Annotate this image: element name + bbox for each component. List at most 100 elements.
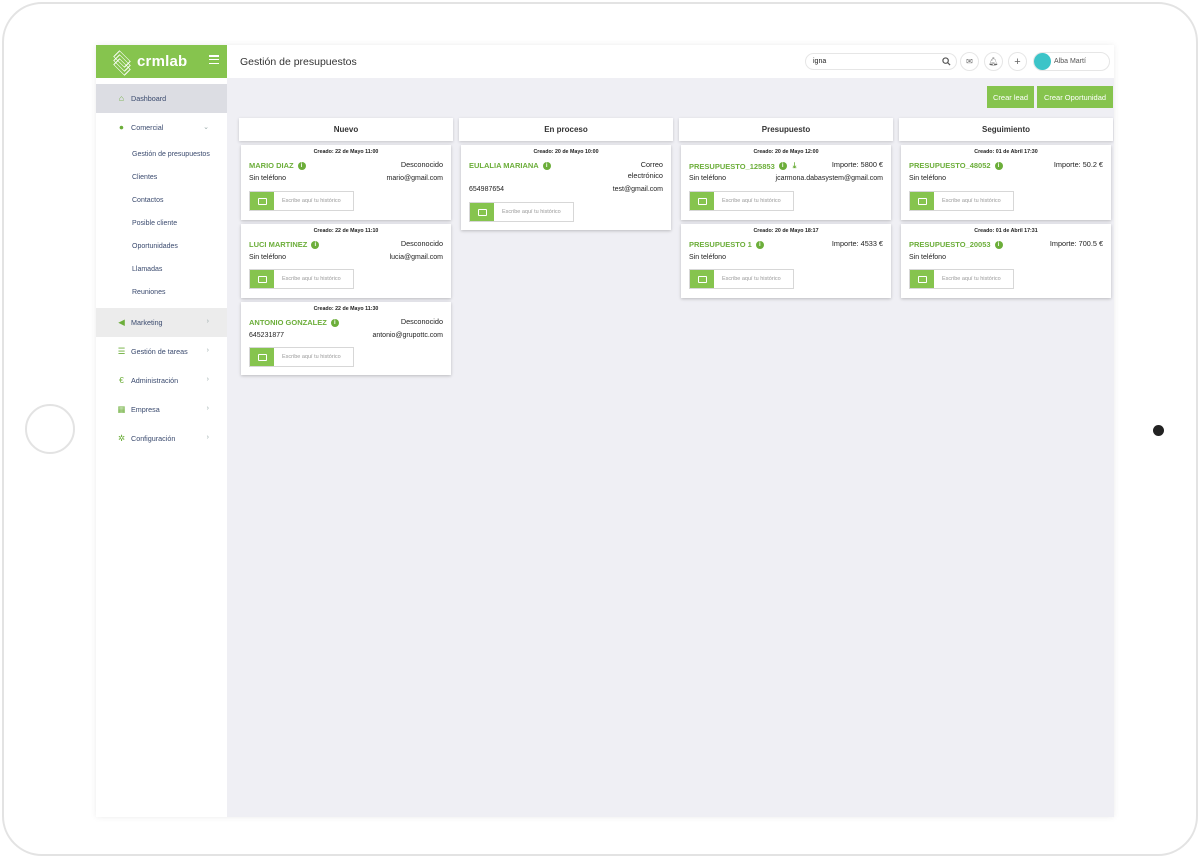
card-phone: 645231877: [249, 332, 285, 339]
card-phone: Sin teléfono: [909, 254, 946, 261]
card-name[interactable]: LUCI MARTINEZ i: [249, 240, 320, 249]
history-input[interactable]: Escribe aquí tu histórico: [909, 269, 1014, 289]
page-title: Gestión de presupuestos: [240, 55, 357, 68]
lead-card[interactable]: Creado: 20 de Mayo 10:00 EULALIA MARIANA…: [461, 145, 671, 230]
card-name-text: MARIO DIAZ: [249, 161, 294, 170]
card-created: Creado: 22 de Mayo 11:10: [313, 228, 379, 234]
card-email: antonio@grupottc.com: [372, 332, 443, 339]
card-amount: Importe: 50.2 €: [1053, 160, 1103, 169]
hamburger-menu-icon[interactable]: [209, 55, 219, 65]
column-presupuesto: Presupuesto Creado: 20 de Mayo 12:00 PRE…: [679, 118, 893, 298]
sidebar-item-marketing[interactable]: ◀ Marketing ›: [96, 308, 227, 337]
notifications-button[interactable]: 🔔︎: [984, 52, 1003, 71]
sidebar-item-tareas[interactable]: ☰ Gestión de tareas ›: [96, 337, 227, 366]
sidebar-subitem-posible-cliente[interactable]: Posible cliente: [96, 212, 227, 235]
add-button[interactable]: +: [1008, 52, 1027, 71]
history-placeholder: Escribe aquí tu histórico: [282, 198, 341, 204]
search-icon[interactable]: [942, 57, 951, 66]
info-icon[interactable]: i: [330, 318, 339, 327]
comment-icon[interactable]: [250, 348, 274, 366]
chevron-right-icon: ›: [206, 376, 209, 383]
chevron-down-icon: ⌄: [203, 124, 209, 131]
card-name[interactable]: PRESUPUESTO_125853 i ⤓: [689, 161, 796, 171]
history-placeholder: Escribe aquí tu histórico: [722, 198, 781, 204]
card-created: Creado: 22 de Mayo 11:30: [313, 306, 379, 312]
sidebar-item-dashboard[interactable]: ⌂ Dashboard: [96, 84, 227, 113]
plus-icon: +: [1014, 55, 1021, 68]
card-name[interactable]: PRESUPUESTO 1i: [689, 240, 764, 249]
info-icon[interactable]: i: [994, 240, 1003, 249]
card-name[interactable]: MARIO DIAZ i: [249, 161, 306, 170]
history-placeholder: Escribe aquí tu histórico: [942, 276, 1001, 282]
card-created: Creado: 01 de Abril 17:30: [974, 149, 1038, 155]
history-placeholder: Escribe aquí tu histórico: [282, 276, 341, 282]
sidebar-subitem-presupuestos[interactable]: Gestión de presupuestos: [96, 143, 227, 166]
info-icon[interactable]: i: [542, 161, 551, 170]
budget-card[interactable]: Creado: 01 de Abril 17:30 PRESUPUESTO_48…: [901, 145, 1111, 220]
building-icon: ▦: [117, 404, 126, 414]
comment-icon[interactable]: [470, 203, 494, 221]
sidebar-subitem-oportunidades[interactable]: Oportunidades: [96, 235, 227, 258]
column-title: En proceso: [459, 118, 673, 141]
sidebar-subitem-contactos[interactable]: Contactos: [96, 189, 227, 212]
card-amount: Importe: 4533 €: [831, 239, 883, 248]
sidebar-subitem-reuniones[interactable]: Reuniones: [96, 281, 227, 304]
card-phone: 654987654: [469, 186, 505, 193]
comment-icon[interactable]: [690, 192, 714, 210]
info-icon[interactable]: i: [755, 240, 764, 249]
create-opportunity-button[interactable]: Crear Oportunidad: [1037, 86, 1113, 108]
card-name-text: PRESUPUESTO 1: [689, 240, 752, 249]
card-name[interactable]: PRESUPUESTO_48052 i: [909, 161, 1003, 170]
history-input[interactable]: Escribe aquí tu histórico: [689, 191, 794, 211]
sidebar-subitem-clientes[interactable]: Clientes: [96, 166, 227, 189]
topbar: Gestión de presupuestos igna ✉ 🔔︎ + Alba…: [227, 45, 1114, 78]
budget-card[interactable]: Creado: 20 de Mayo 12:00 PRESUPUESTO_125…: [681, 145, 891, 220]
sidebar-item-empresa[interactable]: ▦ Empresa ›: [96, 395, 227, 424]
sidebar-subitem-llamadas[interactable]: Llamadas: [96, 258, 227, 281]
info-icon[interactable]: i: [778, 162, 787, 170]
card-status-line: electrónico: [627, 171, 663, 180]
sidebar-item-administracion[interactable]: € Administración ›: [96, 366, 227, 395]
info-icon[interactable]: i: [311, 240, 320, 249]
card-email: jcarmona.dabasystem@gmail.com: [775, 175, 883, 182]
comment-icon[interactable]: [250, 192, 274, 210]
comment-icon[interactable]: [910, 192, 934, 210]
history-input[interactable]: Escribe aquí tu histórico: [249, 269, 354, 289]
history-input[interactable]: Escribe aquí tu histórico: [689, 269, 794, 289]
comment-icon[interactable]: [690, 270, 714, 288]
column-nuevo: Nuevo Creado: 22 de Mayo 11:00 MARIO DIA…: [239, 118, 453, 375]
gear-icon: ✲: [117, 433, 126, 443]
lead-card[interactable]: Creado: 22 de Mayo 11:10 LUCI MARTINEZ i …: [241, 224, 451, 298]
lead-card[interactable]: Creado: 22 de Mayo 11:30 ANTONIO GONZALE…: [241, 302, 451, 375]
sidebar-item-configuracion[interactable]: ✲ Configuración ›: [96, 424, 227, 453]
budget-card[interactable]: Creado: 01 de Abril 17:31 PRESUPUESTO_20…: [901, 224, 1111, 298]
list-icon: ☰: [117, 346, 126, 356]
home-button: [25, 404, 75, 454]
mail-button[interactable]: ✉: [960, 52, 979, 71]
download-icon[interactable]: ⤓: [793, 161, 797, 171]
crmlab-logo-icon: [111, 49, 133, 76]
comment-icon[interactable]: [250, 270, 274, 288]
history-input[interactable]: Escribe aquí tu histórico: [249, 347, 354, 367]
info-icon[interactable]: i: [994, 161, 1003, 170]
card-status: Desconocido: [400, 317, 443, 326]
history-input[interactable]: Escribe aquí tu histórico: [249, 191, 354, 211]
home-icon: ⌂: [118, 93, 125, 103]
user-menu[interactable]: Alba Martí: [1033, 52, 1110, 71]
card-name[interactable]: PRESUPUESTO_20053 i: [909, 240, 1003, 249]
card-created: Creado: 20 de Mayo 18:17: [753, 228, 819, 234]
info-icon[interactable]: i: [297, 161, 306, 170]
history-input[interactable]: Escribe aquí tu histórico: [909, 191, 1014, 211]
lead-card[interactable]: Creado: 22 de Mayo 11:00 MARIO DIAZ i Des…: [241, 145, 451, 220]
card-name[interactable]: EULALIA MARIANA i: [469, 161, 551, 170]
history-input[interactable]: Escribe aquí tu histórico: [469, 202, 574, 222]
column-en-proceso: En proceso Creado: 20 de Mayo 10:00 EULA…: [459, 118, 673, 230]
card-created: Creado: 01 de Abril 17:31: [974, 228, 1038, 234]
search-input[interactable]: igna: [805, 53, 957, 70]
brand-name: crmlab: [137, 53, 188, 70]
sidebar-item-comercial[interactable]: ● Comercial ⌄: [96, 113, 227, 142]
budget-card[interactable]: Creado: 20 de Mayo 18:17 PRESUPUESTO 1i …: [681, 224, 891, 298]
create-lead-button[interactable]: Crear lead: [987, 86, 1034, 108]
card-name[interactable]: ANTONIO GONZALEZ i: [249, 318, 339, 327]
comment-icon[interactable]: [910, 270, 934, 288]
